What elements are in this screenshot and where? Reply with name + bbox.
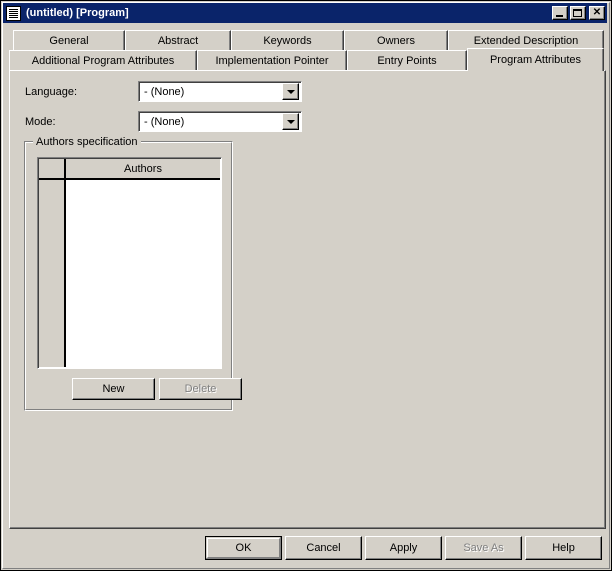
tab-label: Program Attributes bbox=[490, 54, 581, 66]
mode-label: Mode: bbox=[25, 116, 56, 128]
table-select-all-corner[interactable] bbox=[39, 159, 66, 180]
new-author-button[interactable]: New bbox=[72, 378, 155, 400]
authors-specification-group: Authors specification Authors New Delete bbox=[24, 141, 233, 411]
tab-abstract[interactable]: Abstract bbox=[125, 30, 231, 51]
save-as-button: Save As bbox=[445, 536, 522, 560]
authors-table[interactable]: Authors bbox=[37, 157, 222, 369]
title-bar-buttons: ✕ bbox=[552, 6, 605, 20]
table-column-authors[interactable]: Authors bbox=[66, 159, 220, 180]
ok-button-label: OK bbox=[236, 542, 252, 554]
tab-implementation-pointer[interactable]: Implementation Pointer bbox=[197, 50, 347, 71]
tab-entry-points[interactable]: Entry Points bbox=[347, 50, 467, 71]
tab-content-panel: Language: - (None) Mode: - (None) Author… bbox=[9, 70, 606, 529]
close-button[interactable]: ✕ bbox=[589, 6, 605, 20]
delete-button-label: Delete bbox=[185, 383, 217, 395]
minimize-button[interactable] bbox=[552, 6, 568, 20]
tab-label: Extended Description bbox=[474, 35, 579, 47]
language-label: Language: bbox=[25, 86, 77, 98]
window-title: (untitled) [Program] bbox=[26, 7, 552, 19]
tab-keywords[interactable]: Keywords bbox=[231, 30, 344, 51]
chevron-down-icon[interactable] bbox=[282, 113, 299, 130]
maximize-icon bbox=[573, 9, 582, 17]
document-lines-icon bbox=[6, 6, 21, 21]
help-button[interactable]: Help bbox=[525, 536, 602, 560]
table-cells-area[interactable] bbox=[66, 180, 220, 367]
tab-label: Entry Points bbox=[377, 55, 436, 67]
tab-general[interactable]: General bbox=[13, 30, 125, 51]
apply-button-label: Apply bbox=[390, 542, 418, 554]
tab-additional-program-attributes[interactable]: Additional Program Attributes bbox=[9, 50, 197, 71]
cancel-button-label: Cancel bbox=[306, 542, 340, 554]
tab-label: Implementation Pointer bbox=[215, 55, 328, 67]
save-as-button-label: Save As bbox=[463, 542, 503, 554]
help-button-label: Help bbox=[552, 542, 575, 554]
language-value: - (None) bbox=[139, 86, 282, 98]
tab-owners[interactable]: Owners bbox=[344, 30, 448, 51]
tab-strip: General Abstract Keywords Owners Extende… bbox=[9, 30, 606, 72]
tab-label: General bbox=[49, 35, 88, 47]
minimize-icon bbox=[556, 15, 563, 17]
new-button-label: New bbox=[102, 383, 124, 395]
mode-value: - (None) bbox=[139, 116, 282, 128]
maximize-button[interactable] bbox=[570, 6, 586, 20]
close-icon: ✕ bbox=[590, 7, 604, 19]
tab-row-2: Additional Program Attributes Implementa… bbox=[9, 50, 606, 71]
tab-program-attributes[interactable]: Program Attributes bbox=[467, 48, 604, 71]
delete-author-button: Delete bbox=[159, 378, 242, 400]
language-combobox[interactable]: - (None) bbox=[138, 81, 302, 102]
authors-group-title: Authors specification bbox=[33, 136, 141, 148]
tab-label: Owners bbox=[377, 35, 415, 47]
chevron-down-icon[interactable] bbox=[282, 83, 299, 100]
apply-button[interactable]: Apply bbox=[365, 536, 442, 560]
program-properties-window: (untitled) [Program] ✕ General Abstract … bbox=[0, 0, 612, 571]
table-header-row: Authors bbox=[39, 159, 220, 180]
ok-button[interactable]: OK bbox=[205, 536, 282, 560]
mode-combobox[interactable]: - (None) bbox=[138, 111, 302, 132]
cancel-button[interactable]: Cancel bbox=[285, 536, 362, 560]
dialog-button-bar: OK Cancel Apply Save As Help bbox=[1, 529, 609, 570]
tab-label: Additional Program Attributes bbox=[32, 55, 174, 67]
title-bar[interactable]: (untitled) [Program] ✕ bbox=[3, 3, 607, 23]
tab-label: Abstract bbox=[158, 35, 198, 47]
table-body bbox=[39, 180, 220, 367]
table-row-gutter bbox=[39, 180, 66, 367]
tab-label: Keywords bbox=[263, 35, 311, 47]
